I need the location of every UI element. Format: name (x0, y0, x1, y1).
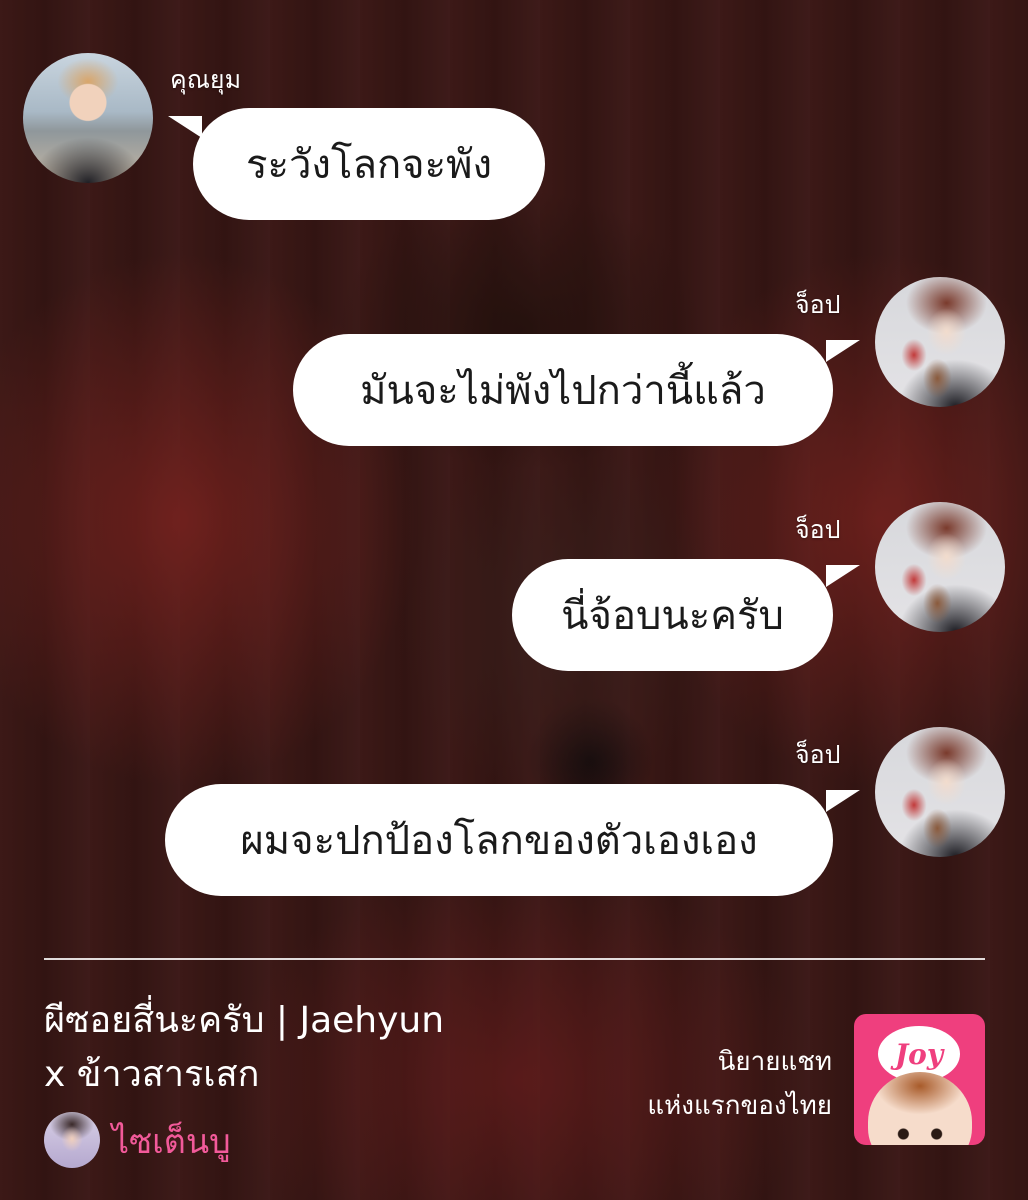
author-name[interactable]: ไซเต็นบู (112, 1114, 231, 1168)
chat-bubble-outgoing: นี่จ้อบนะครับ (512, 559, 833, 671)
story-title-line: x ข้าวสารเสก (44, 1054, 260, 1095)
story-title[interactable]: ผีซอยสี่นะครับ | Jaehyun x ข้าวสารเสก (44, 994, 584, 1102)
chat-bubble-outgoing: มันจะไม่พังไปกว่านี้แล้ว (293, 334, 833, 446)
sender-name: จ็อป (795, 740, 841, 769)
message-text: ระวังโลกจะพัง (246, 142, 492, 188)
tagline-line: นิยายแชท (717, 1047, 832, 1077)
app-tagline: นิยายแชท แห่งแรกของไทย (532, 1040, 832, 1128)
message-text: นี่จ้อบนะครับ (561, 593, 784, 639)
sender-name: คุณยุม (170, 65, 242, 94)
author-avatar[interactable] (44, 1112, 100, 1168)
message-text: มันจะไม่พังไปกว่านี้แล้ว (360, 368, 766, 414)
bubble-tail (826, 340, 860, 362)
sender-name: จ็อป (795, 515, 841, 544)
sender-name: จ็อป (795, 290, 841, 319)
tagline-line: แห่งแรกของไทย (647, 1091, 832, 1121)
bubble-tail (826, 565, 860, 587)
bubble-tail (168, 116, 202, 138)
sender-avatar-jop[interactable] (875, 727, 1005, 857)
chat-bubble-incoming: ระวังโลกจะพัง (193, 108, 545, 220)
logo-text: Joy (894, 1037, 944, 1071)
joy-app-logo[interactable]: Joy (854, 1014, 985, 1145)
message-text: ผมจะปกป้องโลกของตัวเองเอง (240, 818, 758, 864)
logo-character-face-icon (868, 1072, 972, 1145)
footer-divider (44, 958, 985, 960)
sender-avatar-jop[interactable] (875, 277, 1005, 407)
chat-bubble-outgoing: ผมจะปกป้องโลกของตัวเองเอง (165, 784, 833, 896)
sender-avatar-jop[interactable] (875, 502, 1005, 632)
story-title-line: ผีซอยสี่นะครับ | Jaehyun (44, 1000, 445, 1041)
sender-avatar-yum[interactable] (23, 53, 153, 183)
bubble-tail (826, 790, 860, 812)
